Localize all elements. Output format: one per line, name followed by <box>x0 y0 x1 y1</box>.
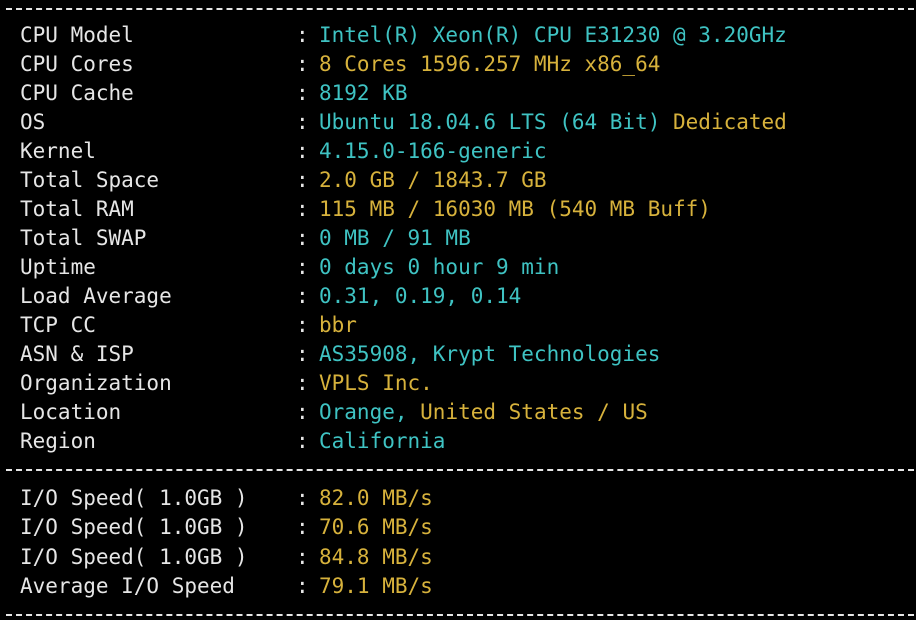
row-value: VPLS Inc. <box>319 369 433 398</box>
row-value: 0 days 0 hour 9 min <box>319 253 559 282</box>
row-label: Organization <box>20 371 172 395</box>
row-label: OS <box>20 110 46 134</box>
row-value: 70.6 MB/s <box>319 513 433 542</box>
row-value: California <box>319 427 445 456</box>
row-colon: : <box>296 515 309 540</box>
row-colon: : <box>296 226 309 250</box>
row-value: AS35908, Krypt Technologies <box>319 340 660 369</box>
row-label: CPU Cache <box>20 81 134 105</box>
row-colon: : <box>296 544 309 569</box>
row-label: CPU Cores <box>20 52 134 76</box>
value-segment: 0.31, 0.19, 0.14 <box>319 284 522 308</box>
value-segment: 8192 KB <box>319 81 408 105</box>
row-label: I/O Speed( 1.0GB ) <box>20 486 248 510</box>
separator-line-middle <box>6 469 914 471</box>
row-value: 2.0 GB / 1843.7 GB <box>319 166 547 195</box>
row-value: 115 MB / 16030 MB (540 MB Buff) <box>319 195 711 224</box>
row-label: ASN & ISP <box>20 342 134 366</box>
row-value: Orange, United States / US <box>319 398 648 427</box>
row-colon: : <box>296 371 309 395</box>
value-segment: Ubuntu 18.04.6 LTS (64 Bit) <box>319 110 661 134</box>
row-value: 8 Cores 1596.257 MHz x86_64 <box>319 50 660 79</box>
row-colon: : <box>296 486 309 510</box>
row-colon: : <box>296 429 309 453</box>
row-label: Load Average <box>20 284 172 308</box>
row-value: 79.1 MB/s <box>319 572 433 601</box>
row-label: Total SWAP <box>20 226 147 250</box>
row-value: 4.15.0-166-generic <box>319 137 547 166</box>
row-value: 0 MB / 91 MB <box>319 224 471 253</box>
row-label: Total RAM <box>20 197 134 221</box>
row-value: 84.8 MB/s <box>319 543 433 572</box>
value-segment: 79.1 MB/s <box>319 573 433 598</box>
row-colon: : <box>296 52 309 76</box>
row-value: Ubuntu 18.04.6 LTS (64 Bit) Dedicated <box>319 108 787 137</box>
row-colon: : <box>296 168 309 192</box>
row-colon: : <box>296 284 309 308</box>
row-label: I/O Speed( 1.0GB ) <box>20 515 248 540</box>
value-segment: 8 Cores 1596.257 MHz x86_64 <box>319 52 661 76</box>
value-segment: AS35908, Krypt Technologies <box>319 342 661 366</box>
value-segment: bbr <box>319 313 357 337</box>
separator-line-top <box>6 8 914 10</box>
row-colon: : <box>296 110 309 134</box>
row-label: Location <box>20 400 122 424</box>
row-value: 0.31, 0.19, 0.14 <box>319 282 521 311</box>
row-colon: : <box>296 255 309 279</box>
row-label: Total Space <box>20 168 160 192</box>
row-colon: : <box>296 573 309 598</box>
row-colon: : <box>296 313 309 337</box>
value-segment: 115 MB / 16030 MB (540 MB Buff) <box>319 197 711 221</box>
row-value: 82.0 MB/s <box>319 484 433 513</box>
row-label: Region <box>20 429 96 453</box>
row-label: Kernel <box>20 139 96 163</box>
row-colon: : <box>296 400 309 424</box>
value-segment: Intel(R) Xeon(R) CPU E31230 @ 3.20GHz <box>319 23 787 47</box>
terminal-window[interactable]: CPU Model: Intel(R) Xeon(R) CPU E31230 @ … <box>0 0 916 620</box>
value-segment: Dedicated <box>660 110 787 134</box>
row-label: TCP CC <box>20 313 96 337</box>
row-label: Average I/O Speed <box>20 573 235 598</box>
row-label: I/O Speed( 1.0GB ) <box>20 544 248 569</box>
value-segment: 4.15.0-166-generic <box>319 139 547 163</box>
value-segment: United States / US <box>407 400 648 424</box>
row-colon: : <box>296 23 309 47</box>
value-segment: 0 days 0 hour 9 min <box>319 255 560 279</box>
value-segment: 2.0 GB / 1843.7 GB <box>319 168 547 192</box>
value-segment: 0 MB / 91 MB <box>319 226 471 250</box>
row-colon: : <box>296 197 309 221</box>
value-segment: 70.6 MB/s <box>319 515 433 540</box>
separator-line-bottom <box>6 614 914 616</box>
value-segment: California <box>319 429 446 453</box>
value-segment: Orange, <box>319 400 408 424</box>
row-colon: : <box>296 342 309 366</box>
value-segment: 82.0 MB/s <box>319 486 433 510</box>
row-value: 8192 KB <box>319 79 408 108</box>
value-segment: 84.8 MB/s <box>319 544 433 569</box>
row-label: Uptime <box>20 255 96 279</box>
row-colon: : <box>296 81 309 105</box>
row-label: CPU Model <box>20 23 134 47</box>
value-segment: VPLS Inc. <box>319 371 433 395</box>
row-value: Intel(R) Xeon(R) CPU E31230 @ 3.20GHz <box>319 21 787 50</box>
row-value: bbr <box>319 311 357 340</box>
row-colon: : <box>296 139 309 163</box>
